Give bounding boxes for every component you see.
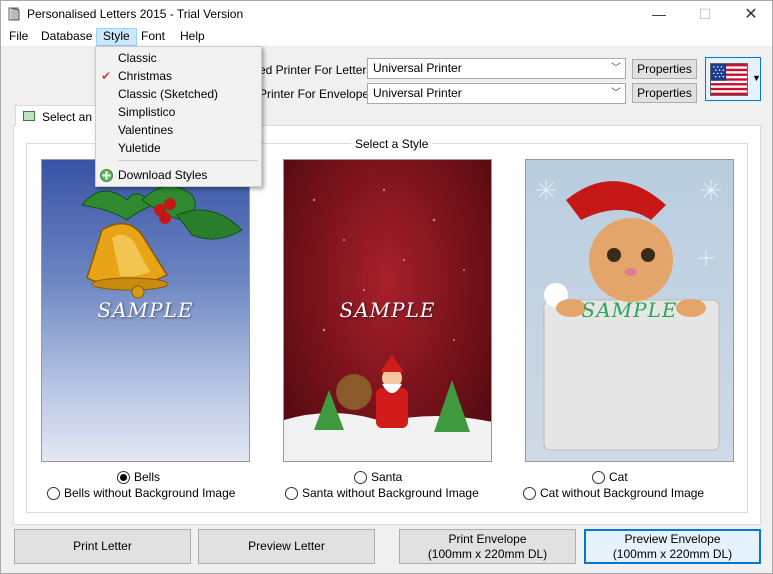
preview-letter-button[interactable]: Preview Letter: [198, 529, 375, 564]
radio-dot: [523, 486, 536, 500]
window-title: Personalised Letters 2015 - Trial Versio…: [27, 7, 244, 21]
minimize-button[interactable]: —: [636, 1, 682, 27]
style-menu-item-yuletide[interactable]: Yuletide: [96, 139, 261, 157]
chevron-down-icon: ﹀: [611, 88, 621, 99]
menu-item-label: Christmas: [118, 69, 173, 83]
radio-dot: [47, 486, 60, 500]
sample-text: SAMPLE: [581, 298, 678, 322]
radio-label: Santa: [371, 470, 403, 484]
maximize-button[interactable]: ☐: [682, 1, 728, 27]
maximize-icon: ☐: [698, 5, 712, 22]
style-menu-item-valentines[interactable]: Valentines: [96, 121, 261, 139]
style-preview-santa[interactable]: SAMPLE: [283, 159, 492, 462]
letters-properties-button[interactable]: Properties: [632, 59, 697, 79]
sample-text: SAMPLE: [339, 298, 436, 322]
style-menu-item-christmas[interactable]: ✔ Christmas: [96, 67, 261, 85]
button-label: Preview Letter: [248, 539, 325, 553]
radio-bells[interactable]: Bells: [117, 470, 160, 484]
menu-style[interactable]: Style: [96, 28, 137, 46]
radio-label: Bells: [134, 470, 161, 484]
envelopes-printer-label: Printer For Envelopes: [259, 87, 376, 101]
radio-label: Bells without Background Image: [64, 486, 236, 500]
chevron-down-icon: ﹀: [611, 63, 621, 74]
radio-dot: [592, 470, 605, 484]
radio-dot: [117, 470, 130, 484]
style-preview-cat[interactable]: SAMPLE: [525, 159, 734, 462]
letters-printer-value: Universal Printer: [373, 61, 462, 75]
radio-dot: [354, 470, 367, 484]
button-label: Print Envelope: [448, 531, 527, 546]
close-icon: ✕: [744, 6, 758, 23]
app-window: Personalised Letters 2015 - Trial Versio…: [0, 0, 773, 574]
letters-printer-label: ed Printer For Letters: [259, 63, 373, 77]
radio-label: Cat: [609, 470, 628, 484]
download-plus-icon: [100, 169, 113, 182]
button-sublabel: (100mm x 220mm DL): [427, 546, 548, 561]
sample-text: SAMPLE: [97, 298, 194, 322]
radio-bells-no-bg[interactable]: Bells without Background Image: [47, 486, 235, 500]
print-envelope-button[interactable]: Print Envelope (100mm x 220mm DL): [399, 529, 576, 564]
style-preview-bells[interactable]: SAMPLE: [41, 159, 250, 462]
menu-item-label: Classic (Sketched): [118, 87, 219, 101]
radio-santa-no-bg[interactable]: Santa without Background Image: [285, 486, 479, 500]
menu-item-label: Download Styles: [118, 168, 208, 182]
button-label: Preview Envelope: [624, 531, 721, 546]
close-button[interactable]: ✕: [728, 1, 773, 27]
menu-item-label: Valentines: [118, 123, 174, 137]
style-menu-dropdown: Classic ✔ Christmas Classic (Sketched) S…: [95, 46, 262, 187]
letters-printer-select[interactable]: Universal Printer ﹀: [367, 58, 626, 79]
cat-icon: [544, 181, 706, 317]
envelopes-printer-value: Universal Printer: [373, 86, 462, 100]
button-label: Print Letter: [73, 539, 132, 553]
preview-envelope-button[interactable]: Preview Envelope (100mm x 220mm DL): [584, 529, 761, 564]
menu-item-label: Simplistico: [118, 105, 176, 119]
menu-database[interactable]: Database: [35, 28, 98, 46]
us-flag-icon: [710, 63, 748, 96]
style-menu-item-classic[interactable]: Classic: [96, 49, 261, 67]
menu-help[interactable]: Help: [174, 28, 211, 46]
style-menu-item-download[interactable]: Download Styles: [96, 166, 261, 184]
envelopes-properties-button[interactable]: Properties: [632, 83, 697, 103]
title-bar: Personalised Letters 2015 - Trial Versio…: [1, 1, 772, 27]
menu-file[interactable]: File: [3, 28, 34, 46]
chevron-down-icon: ▼: [752, 73, 761, 83]
print-letter-button[interactable]: Print Letter: [14, 529, 191, 564]
menu-bar: File Database Style Font Help: [1, 27, 772, 46]
radio-cat-no-bg[interactable]: Cat without Background Image: [523, 486, 704, 500]
radio-label: Santa without Background Image: [302, 486, 479, 500]
language-flag-button[interactable]: ▼: [705, 57, 761, 101]
menu-item-label: Yuletide: [118, 141, 161, 155]
group-title: Select a Style: [351, 137, 433, 151]
radio-label: Cat without Background Image: [540, 486, 705, 500]
envelope-icon: [23, 111, 35, 121]
minimize-icon: —: [652, 6, 666, 22]
menu-item-label: Classic: [118, 51, 157, 65]
envelopes-printer-select[interactable]: Universal Printer ﹀: [367, 83, 626, 104]
app-icon: [8, 7, 20, 21]
checkmark-icon: ✔: [101, 69, 112, 83]
menu-separator: [118, 160, 258, 161]
style-menu-item-simplistico[interactable]: Simplistico: [96, 103, 261, 121]
style-menu-item-classic-sketched[interactable]: Classic (Sketched): [96, 85, 261, 103]
menu-font[interactable]: Font: [135, 28, 171, 46]
bell-icon: [86, 222, 169, 299]
radio-dot: [285, 486, 298, 500]
button-sublabel: (100mm x 220mm DL): [612, 546, 733, 561]
radio-santa[interactable]: Santa: [354, 470, 402, 484]
radio-cat[interactable]: Cat: [592, 470, 628, 484]
